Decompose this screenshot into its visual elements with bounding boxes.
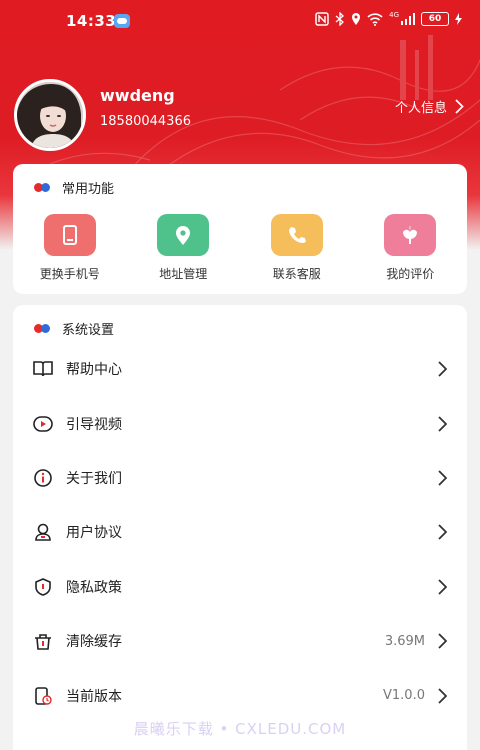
menu-item-label: 引导视频: [66, 416, 122, 433]
system-settings-header: 系统设置: [34, 319, 114, 338]
menu-item-label: 当前版本: [66, 688, 122, 705]
network-label: 4G: [389, 11, 399, 19]
menu-item-label: 用户协议: [66, 525, 122, 542]
profile-info-link[interactable]: 个人信息: [395, 97, 464, 116]
chevron-right-icon: [438, 524, 447, 540]
book-icon: [33, 359, 53, 379]
menu-item-guide-video[interactable]: 引导视频: [13, 396, 467, 450]
shield-icon: [33, 577, 53, 597]
charging-icon: [455, 13, 462, 25]
menu-item-user-agreement[interactable]: 用户协议: [13, 505, 467, 559]
status-time: 14:33: [66, 12, 117, 30]
menu-item-about-us[interactable]: 关于我们: [13, 451, 467, 505]
chevron-right-icon: [455, 99, 464, 114]
flower-icon: [384, 214, 437, 256]
address-management-button[interactable]: 地址管理: [127, 214, 241, 282]
menu-item-label: 清除缓存: [66, 634, 122, 651]
system-icons: 4G 60: [315, 11, 462, 26]
avatar[interactable]: [14, 79, 86, 151]
weather-icon: [114, 14, 130, 28]
chevron-right-icon: [438, 633, 447, 649]
menu-item-help-center[interactable]: 帮助中心: [13, 342, 467, 396]
function-label: 联系客服: [272, 267, 321, 281]
chevron-right-icon: [438, 687, 447, 704]
menu-item-label: 关于我们: [66, 470, 122, 487]
profile-info-label: 个人信息: [394, 101, 447, 116]
username: wwdeng: [100, 86, 175, 105]
version-value: V1.0.0: [383, 688, 425, 704]
system-settings-title: 系统设置: [62, 323, 115, 338]
signal-icon: [401, 13, 415, 25]
section-dots-icon: [34, 183, 52, 192]
menu-item-current-version[interactable]: 当前版本 V1.0.0: [13, 668, 467, 722]
function-grid: 更换手机号 地址管理 联系客服 我的评价: [13, 214, 467, 282]
common-functions-card: 常用功能 更换手机号 地址管理 联系客服 我的评价: [13, 164, 467, 294]
version-icon: [33, 686, 53, 706]
cache-size-value: 3.69M: [384, 633, 425, 649]
user-agreement-icon: [33, 522, 53, 542]
menu-item-clear-cache[interactable]: 清除缓存 3.69M: [13, 614, 467, 668]
menu-item-label: 帮助中心: [66, 362, 122, 379]
chevron-right-icon: [438, 579, 447, 595]
function-label: 更换手机号: [39, 267, 100, 281]
status-bar: 14:33 4G 60: [0, 0, 480, 44]
common-functions-header: 常用功能: [34, 178, 114, 197]
menu-item-privacy-policy[interactable]: 隐私政策: [13, 560, 467, 614]
avatar-image: [17, 82, 83, 148]
call-icon: [270, 214, 323, 256]
watermark-text: 晨曦乐下载 • CXLEDU.COM: [133, 720, 347, 738]
change-phone-button[interactable]: 更换手机号: [13, 214, 127, 282]
phone-icon: [43, 214, 96, 256]
video-icon: [33, 414, 53, 434]
battery-icon: 60: [421, 12, 449, 26]
common-functions-title: 常用功能: [62, 182, 115, 197]
location-icon: [352, 13, 361, 25]
chevron-right-icon: [438, 470, 447, 486]
location-pin-icon: [157, 214, 210, 256]
phone-number: 18580044366: [100, 114, 191, 129]
system-settings-card: 系统设置 帮助中心 引导视频 关于我们 用户协议 隐私政策 清除缓存 3.69M…: [13, 305, 467, 750]
wifi-icon: [367, 12, 383, 26]
section-dots-icon: [34, 324, 52, 333]
info-icon: [33, 468, 53, 488]
chevron-right-icon: [438, 415, 447, 432]
function-label: 我的评价: [386, 267, 435, 281]
bluetooth-icon: [335, 12, 345, 26]
menu-item-label: 隐私政策: [66, 579, 122, 596]
contact-service-button[interactable]: 联系客服: [240, 214, 354, 282]
settings-menu: 帮助中心 引导视频 关于我们 用户协议 隐私政策 清除缓存 3.69M 当前版本…: [13, 342, 467, 723]
trash-icon: [33, 631, 53, 651]
function-label: 地址管理: [159, 267, 208, 281]
my-reviews-button[interactable]: 我的评价: [354, 214, 468, 282]
nfc-icon: [315, 12, 329, 26]
chevron-right-icon: [438, 361, 447, 377]
